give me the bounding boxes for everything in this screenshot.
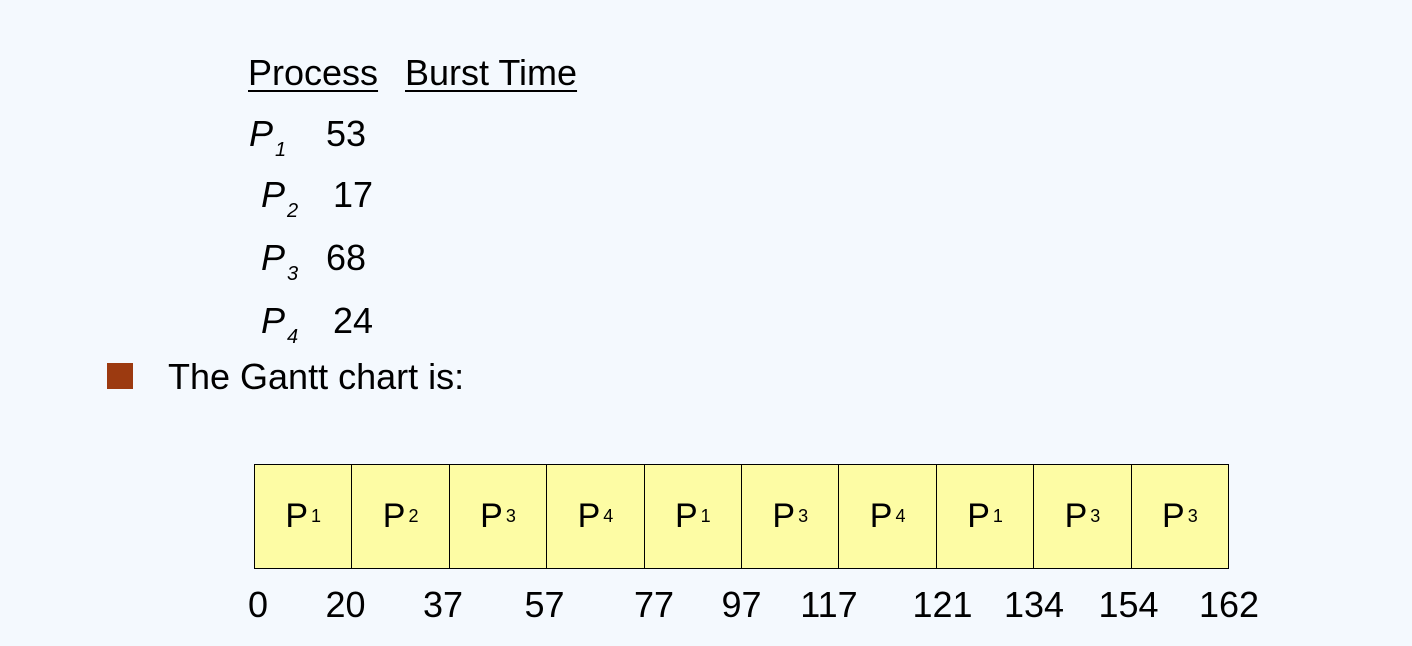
time-tick: 154 — [1098, 584, 1159, 625]
gantt-cell: P2 — [352, 465, 450, 568]
burst-time: 68 — [326, 237, 367, 278]
time-tick: 162 — [1198, 584, 1260, 625]
gantt-cell: P4 — [839, 465, 937, 568]
burst-time: 24 — [333, 300, 374, 341]
header-burst-time: Burst Time — [405, 52, 578, 93]
process-name: P2 — [261, 174, 299, 222]
time-tick: 20 — [325, 584, 366, 625]
time-tick: 121 — [912, 584, 973, 625]
time-tick: 134 — [1003, 584, 1065, 625]
gantt-cell: P1 — [255, 465, 353, 568]
gantt-cell: P1 — [937, 465, 1035, 568]
gantt-cell: P3 — [450, 465, 548, 568]
time-tick: 117 — [800, 584, 858, 625]
time-tick: 0 — [247, 584, 269, 625]
header-process: Process — [248, 52, 379, 93]
gantt-cell: P4 — [547, 465, 645, 568]
burst-time: 53 — [326, 113, 367, 154]
gantt-chart: P1P2P3P4P1P3P4P1P3P3 — [254, 464, 1229, 569]
gantt-cell: P3 — [742, 465, 840, 568]
gantt-cell: P3 — [1162, 497, 1198, 535]
time-tick: 97 — [721, 584, 762, 625]
gantt-caption: The Gantt chart is: — [168, 356, 465, 397]
gantt-cell: P1 — [645, 465, 743, 568]
burst-time: 17 — [333, 174, 374, 215]
gantt-cell: P3 — [1034, 465, 1132, 568]
time-tick: 57 — [524, 584, 565, 625]
process-name: P3 — [261, 237, 299, 285]
time-tick: 77 — [633, 584, 675, 625]
time-tick: 37 — [422, 584, 464, 625]
process-name: P4 — [261, 300, 299, 348]
process-name: P1 — [249, 113, 287, 161]
square-bullet-icon — [107, 363, 133, 389]
